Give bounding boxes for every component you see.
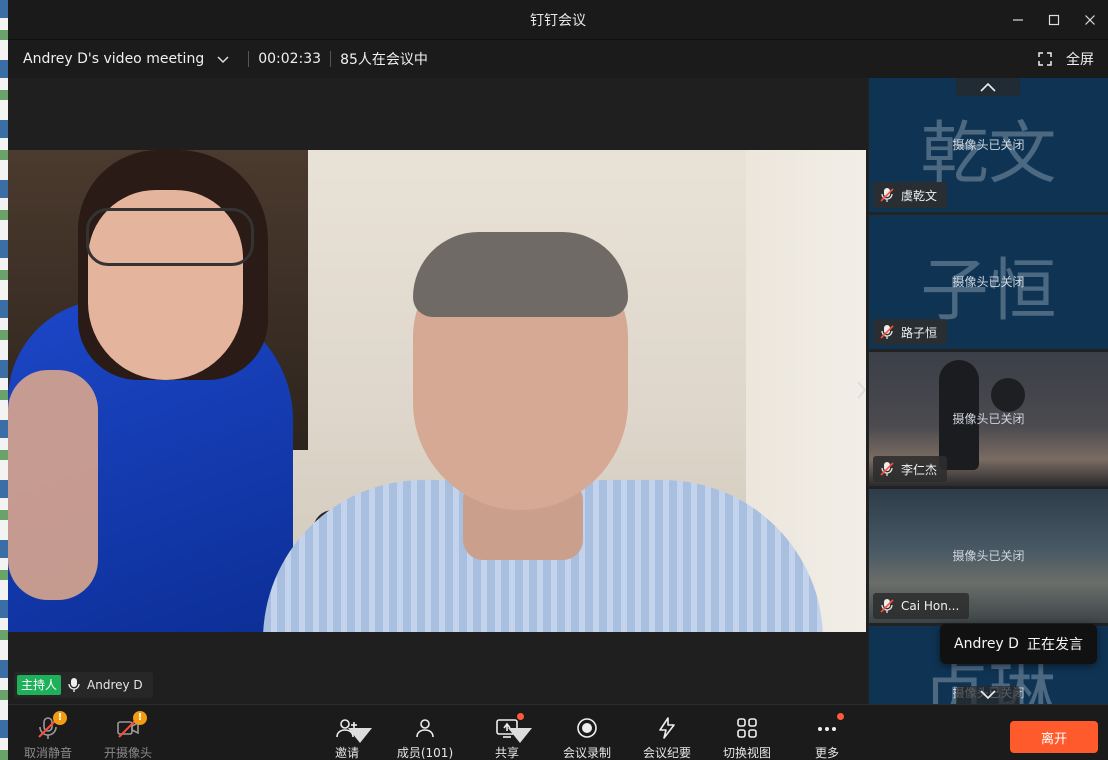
mic-muted-icon <box>880 325 894 339</box>
scroll-up-button[interactable] <box>956 78 1020 96</box>
participant-count: 85人在会议中 <box>340 52 428 68</box>
more-button[interactable]: 更多 <box>812 705 844 760</box>
divider <box>330 51 332 67</box>
tile-name-tag: 虞乾文 <box>873 182 948 208</box>
speaking-indicator: Andrey D 正在发言 <box>940 624 1097 664</box>
caret-down-icon <box>508 728 532 743</box>
desktop-background <box>0 0 8 760</box>
chevron-up-icon <box>980 82 996 92</box>
close-button[interactable] <box>1072 0 1108 40</box>
chevron-right-icon[interactable] <box>854 378 868 402</box>
minimize-button[interactable] <box>1000 0 1036 40</box>
meeting-name[interactable]: Andrey D's video meeting <box>23 51 204 67</box>
switch-view-button[interactable]: 切换视图 <box>722 705 772 760</box>
notification-dot <box>837 713 844 720</box>
title-bar: 钉钉会议 <box>8 0 1108 40</box>
members-label: 成员(101) <box>396 746 454 760</box>
ai-minutes-icon <box>659 716 675 739</box>
tile-name: 李仁杰 <box>901 462 938 477</box>
divider <box>248 51 250 67</box>
main-video-feed[interactable] <box>8 150 866 632</box>
grid-view-icon <box>737 717 757 738</box>
chevron-down-icon <box>980 690 996 700</box>
speaker-name: Andrey D <box>87 678 143 692</box>
minutes-label: 会议纪要 <box>642 746 691 760</box>
unmute-button[interactable]: ! 取消静音 <box>22 705 74 760</box>
record-button[interactable]: 会议录制 <box>562 705 612 760</box>
camera-off-status: 摄像头已关闭 <box>952 412 1025 426</box>
participant-figure <box>413 232 628 317</box>
warning-badge: ! <box>53 711 67 725</box>
scroll-down-button[interactable] <box>956 686 1020 704</box>
window-title: 钉钉会议 <box>530 12 586 29</box>
microphone-icon <box>68 678 80 692</box>
meeting-timer: 00:02:33 <box>258 51 322 67</box>
record-icon <box>577 717 597 738</box>
fullscreen-icon <box>1038 52 1052 66</box>
leave-button[interactable]: 离开 <box>1010 721 1098 753</box>
chevron-down-icon[interactable] <box>216 52 230 66</box>
speaking-text: 正在发言 <box>1026 637 1083 653</box>
tile-name-tag: Cai Hon... <box>873 593 970 619</box>
share-button[interactable]: 共享 <box>492 705 532 760</box>
more-icon <box>818 726 836 731</box>
fullscreen-label: 全屏 <box>1066 52 1094 68</box>
meeting-window: 钉钉会议 Andrey D's video meeting 00:02:33 8… <box>8 0 1108 760</box>
participant-tile[interactable]: 乾文 摄像头已关闭 虞乾文 <box>869 78 1108 212</box>
members-icon <box>416 718 434 737</box>
fullscreen-button[interactable]: 全屏 <box>1038 40 1094 78</box>
participant-figure <box>86 208 254 266</box>
participant-panel: 乾文 摄像头已关闭 虞乾文 子恒 摄像头已关闭 路子恒 摄像头已关闭 李仁杰 摄… <box>868 78 1108 704</box>
speaking-name: Andrey D <box>954 636 1019 652</box>
meeting-toolbar: ! 取消静音 ! 开摄像头 邀请 成员(101) 共享 会议录制 会议纪要 切换… <box>8 704 1108 760</box>
close-icon <box>1085 15 1095 25</box>
switch-view-label: 切换视图 <box>722 746 771 760</box>
background-image <box>991 378 1025 412</box>
camera-button[interactable]: ! 开摄像头 <box>102 705 154 760</box>
tile-name: Cai Hon... <box>901 599 960 613</box>
tile-name-tag: 路子恒 <box>873 319 948 345</box>
tile-name-tag: 李仁杰 <box>873 456 948 482</box>
participant-figure <box>8 370 98 600</box>
participant-tile[interactable]: 摄像头已关闭 李仁杰 <box>869 352 1108 486</box>
mic-muted-icon <box>880 599 894 613</box>
maximize-button[interactable] <box>1036 0 1072 40</box>
tile-name: 虞乾文 <box>901 188 938 203</box>
unmute-label: 取消静音 <box>23 746 72 760</box>
members-button[interactable]: 成员(101) <box>396 705 454 760</box>
minimize-icon <box>1013 19 1023 21</box>
invite-button[interactable]: 邀请 <box>330 705 372 760</box>
mic-muted-icon <box>880 188 894 202</box>
camera-off-status: 摄像头已关闭 <box>952 138 1025 152</box>
more-label: 更多 <box>814 746 839 760</box>
camera-off-status: 摄像头已关闭 <box>952 275 1025 289</box>
window-controls <box>1000 0 1108 40</box>
mic-muted-icon <box>880 462 894 476</box>
participant-tile[interactable]: 子恒 摄像头已关闭 路子恒 <box>869 215 1108 349</box>
caret-down-icon <box>348 728 372 743</box>
record-label: 会议录制 <box>562 746 611 760</box>
maximize-icon <box>1048 14 1060 26</box>
main-video-stage: 主持人 Andrey D <box>8 78 868 704</box>
host-name-tag: 主持人 Andrey D <box>14 672 153 698</box>
minutes-button[interactable]: 会议纪要 <box>642 705 692 760</box>
tile-name: 路子恒 <box>901 325 938 340</box>
warning-badge: ! <box>133 711 147 725</box>
camera-label: 开摄像头 <box>103 746 152 760</box>
notification-dot <box>517 713 524 720</box>
host-badge: 主持人 <box>17 675 62 695</box>
camera-off-status: 摄像头已关闭 <box>952 549 1025 563</box>
meeting-info-bar: Andrey D's video meeting 00:02:33 85人在会议… <box>8 40 1108 78</box>
participant-tile[interactable]: 摄像头已关闭 Cai Hon... <box>869 489 1108 623</box>
